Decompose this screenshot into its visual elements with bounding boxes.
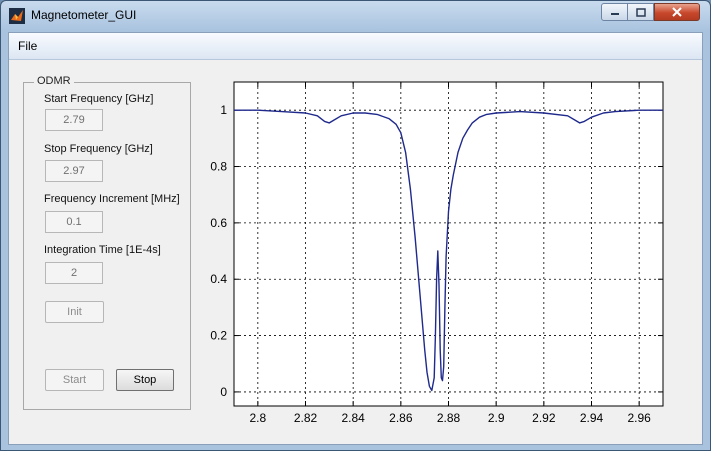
y-tick-label: 0.4 (210, 272, 227, 286)
app-window: Magnetometer_GUI File ODMR Start Frequen… (0, 0, 711, 451)
y-tick-label: 0.2 (210, 329, 227, 343)
client-area: File ODMR Start Frequency [GHz] 2.79 Sto… (8, 32, 703, 445)
x-tick-label: 2.86 (389, 411, 413, 425)
x-tick-label: 2.92 (532, 411, 556, 425)
x-tick-label: 2.82 (294, 411, 318, 425)
odmr-plot: 2.8 2.82 2.84 2.86 2.88 2.9 2.92 2.94 2.96 0 0.2 0.… (210, 81, 664, 425)
maximize-button[interactable] (627, 3, 654, 21)
x-tick-label: 2.94 (580, 411, 604, 425)
y-tick-label: 1 (220, 103, 227, 117)
x-tick-label: 2.84 (341, 411, 365, 425)
y-tick-label: 0 (220, 385, 227, 399)
minimize-button[interactable] (601, 3, 628, 21)
minimize-icon (610, 13, 619, 15)
maximize-icon (635, 7, 646, 17)
window-title: Magnetometer_GUI (31, 8, 137, 22)
title-bar[interactable]: Magnetometer_GUI (1, 1, 710, 31)
y-tick-label: 0.8 (210, 160, 227, 174)
matlab-logo-icon (9, 8, 25, 24)
close-button[interactable] (654, 3, 700, 21)
close-icon (672, 7, 682, 17)
x-tick-label: 2.8 (249, 411, 266, 425)
x-tick-label: 2.9 (488, 411, 505, 425)
x-tick-label: 2.96 (627, 411, 651, 425)
x-tick-label: 2.88 (437, 411, 461, 425)
y-tick-label: 0.6 (210, 216, 227, 230)
